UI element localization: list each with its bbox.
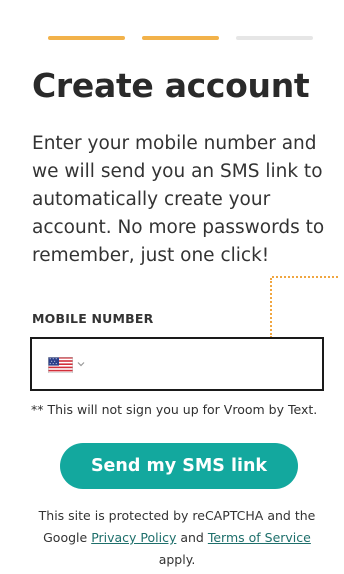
progress-step-2	[142, 36, 219, 40]
terms-of-service-link[interactable]: Terms of Service	[208, 530, 311, 545]
page-title: Create account	[32, 66, 310, 105]
mobile-number-input[interactable]	[96, 349, 314, 381]
disclaimer-text: ** This will not sign you up for Vroom b…	[31, 402, 318, 417]
us-flag-icon[interactable]	[48, 357, 73, 373]
progress-steps	[48, 36, 313, 40]
decorative-dotted-line-horizontal	[272, 276, 338, 278]
send-sms-link-button[interactable]: Send my SMS link	[60, 443, 298, 489]
progress-step-1	[48, 36, 125, 40]
privacy-policy-link[interactable]: Privacy Policy	[91, 530, 176, 545]
recaptcha-text-middle: and	[176, 530, 208, 545]
page-description: Enter your mobile number and we will sen…	[32, 133, 325, 266]
progress-step-3	[236, 36, 313, 40]
decorative-dotted-line-vertical	[270, 278, 272, 338]
mobile-number-label: MOBILE NUMBER	[32, 311, 154, 326]
recaptcha-notice: This site is protected by reCAPTCHA and …	[24, 505, 330, 571]
mobile-number-field[interactable]	[30, 337, 324, 391]
recaptcha-text-after: apply.	[158, 552, 196, 567]
chevron-down-icon[interactable]	[77, 361, 85, 367]
